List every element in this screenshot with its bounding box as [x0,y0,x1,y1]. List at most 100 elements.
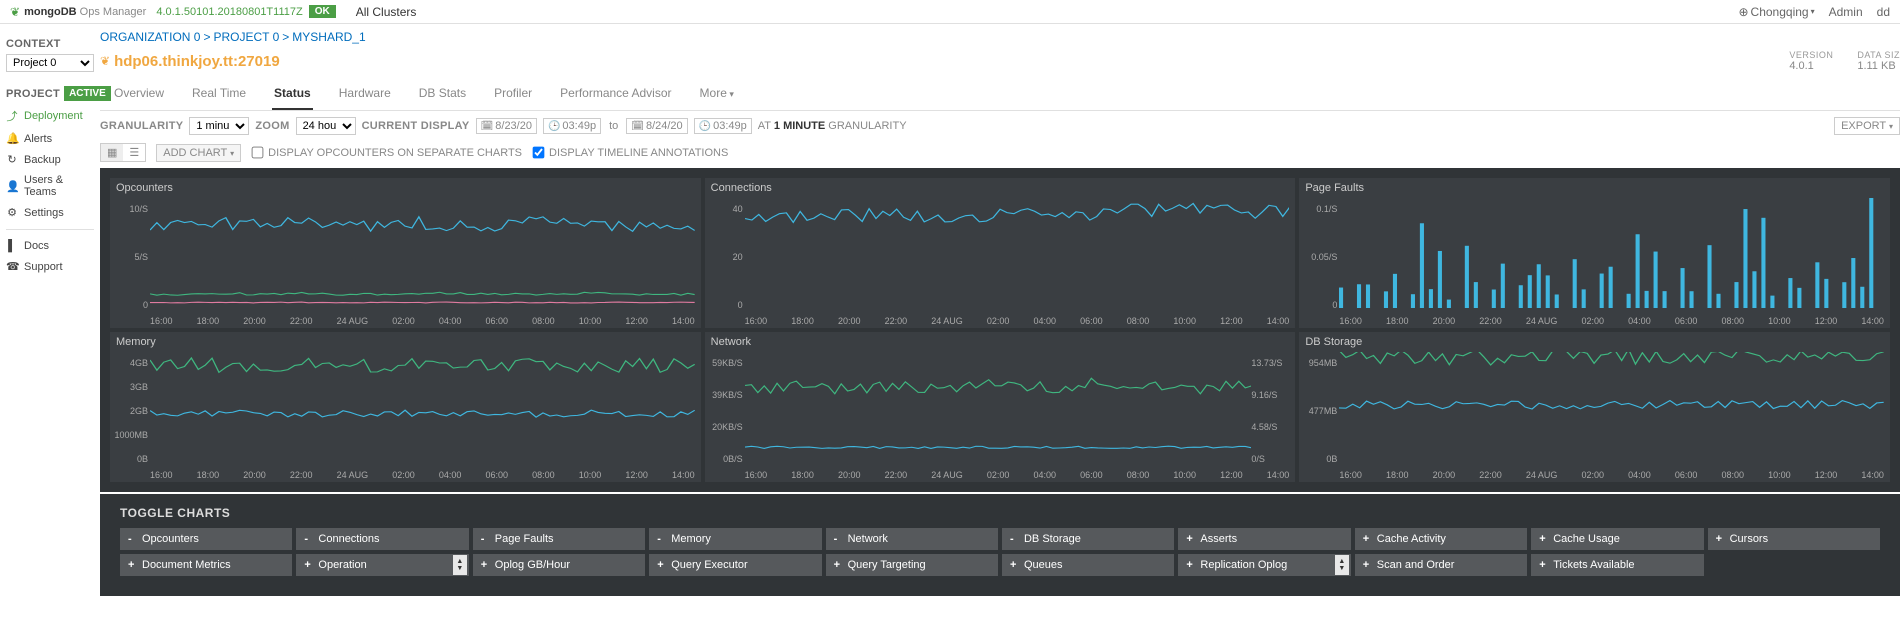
tab-more[interactable]: More [698,80,736,110]
toggle-label: Cache Usage [1553,533,1620,545]
list-view-icon[interactable]: ☰ [123,144,145,161]
toggle-label: Document Metrics [142,559,231,571]
toggle-operation[interactable]: +Operation▲▼ [296,554,468,576]
main: ORGANIZATION 0>PROJECT 0>MYSHARD_1 ❦ hdp… [100,24,1900,596]
toggle-label: Scan and Order [1377,559,1455,571]
sidebar-icon: 👤 [6,180,18,193]
status-ok-badge: OK [309,5,336,18]
sidebar-item-label: Settings [24,207,64,219]
y-axis: 954MB477MB0B [1303,358,1337,464]
sort-arrows-icon[interactable]: ▲▼ [453,555,467,575]
product-name: mongoDB Ops Manager [24,6,146,18]
time-from-input[interactable]: 🕒03:49p [543,118,601,134]
toggle-query-targeting[interactable]: +Query Targeting [826,554,998,576]
calendar-icon: 🗓 [481,121,494,132]
granularity-select[interactable]: 1 minu [189,117,249,135]
toggle-db-storage[interactable]: -DB Storage [1002,528,1174,550]
version-value: 4.0.1 [1789,60,1833,72]
tab-profiler[interactable]: Profiler [492,80,534,110]
toggle-opcounters[interactable]: -Opcounters [120,528,292,550]
sidebar-item-label: Alerts [24,133,52,145]
sidebar-item-label: Support [24,261,63,273]
context-select[interactable]: Project 0 [6,54,94,72]
minus-icon: - [304,533,312,545]
y-axis: 59KB/S39KB/S20KB/S0B/S [709,358,743,464]
bc-proj[interactable]: PROJECT 0 [213,30,279,44]
date-from-input[interactable]: 🗓8/23/20 [476,118,537,134]
location-menu[interactable]: ⊕Chongqing▾ [1738,5,1814,19]
chart-title: DB Storage [1305,336,1884,348]
tab-db-stats[interactable]: DB Stats [417,80,468,110]
toggle-charts-section: TOGGLE CHARTS -Opcounters-Connections-Pa… [100,494,1900,596]
plus-icon: + [1186,533,1194,545]
tab-hardware[interactable]: Hardware [337,80,393,110]
sidebar-icon: ▌ [6,240,18,252]
y-axis: 4GB3GB2GB1000MB0B [114,358,148,464]
toggle-label: Connections [318,533,379,545]
toggle-network[interactable]: -Network [826,528,998,550]
x-axis: 16:0018:0020:0022:0024 AUG02:0004:0006:0… [150,316,695,326]
chevron-down-icon: ▾ [1811,7,1815,16]
minus-icon: - [657,533,665,545]
add-chart-button[interactable]: ADD CHART ▾ [156,144,241,162]
sidebar-item-alerts[interactable]: 🔔Alerts [6,128,94,149]
tab-performance-advisor[interactable]: Performance Advisor [558,80,673,110]
sidebar-item-users-teams[interactable]: 👤Users & Teams [6,170,94,202]
sidebar-item-settings[interactable]: ⚙ Settings [6,202,94,223]
plus-icon: + [128,559,136,571]
bc-shard[interactable]: MYSHARD_1 [292,30,365,44]
y-axis: 0.1/S0.05/S0 [1303,204,1337,310]
toggle-document-metrics[interactable]: + Document Metrics [120,554,292,576]
tab-real-time[interactable]: Real Time [190,80,248,110]
toggle-label: Tickets Available [1553,559,1634,571]
minus-icon: - [1010,533,1018,545]
sidebar-item-docs[interactable]: ▌Docs [6,236,94,256]
chart-memory: Memory 4GB3GB2GB1000MB0B 16:0018:0020:00… [110,332,701,482]
toggle-oplog-gb-hour[interactable]: +Oplog GB/Hour [473,554,645,576]
chart-page-faults: Page Faults 0.1/S0.05/S0 16:0018:0020:00… [1299,178,1890,328]
time-to-input[interactable]: 🕒03:49p [694,118,752,134]
toggle-scan-and-order[interactable]: +Scan and Order [1355,554,1527,576]
zoom-select[interactable]: 24 hou [296,117,356,135]
dd-link[interactable]: dd [1877,5,1890,19]
toggle-page-faults[interactable]: -Page Faults [473,528,645,550]
toggle-query-executor[interactable]: +Query Executor [649,554,821,576]
calendar-icon: 🗓 [631,121,644,132]
toggle-connections[interactable]: -Connections [296,528,468,550]
sidebar-icon: ☎ [6,260,18,273]
opt-separate-opcounters[interactable]: DISPLAY OPCOUNTERS ON SEPARATE CHARTS [251,146,522,159]
sidebar-item-label: Deployment [24,110,83,122]
toggle-memory[interactable]: -Memory [649,528,821,550]
datasize-value: 1.11 KB [1857,60,1900,72]
minus-icon: - [481,533,489,545]
x-axis: 16:0018:0020:0022:0024 AUG02:0004:0006:0… [150,470,695,480]
view-toggle[interactable]: ▦☰ [100,143,146,162]
toggle-asserts[interactable]: +Asserts [1178,528,1350,550]
toggle-cache-activity[interactable]: +Cache Activity [1355,528,1527,550]
chart-body [745,352,1252,466]
toggle-queues[interactable]: +Queues [1002,554,1174,576]
bc-org[interactable]: ORGANIZATION 0 [100,30,200,44]
export-button[interactable]: EXPORT ▾ [1834,117,1900,135]
sidebar-item-deployment[interactable]: ⤴Deployment [6,104,94,128]
sidebar-item-backup[interactable]: ↻Backup [6,149,94,170]
admin-link[interactable]: Admin [1829,5,1863,19]
tab-overview[interactable]: Overview [112,80,166,110]
toggle-cursors[interactable]: +Cursors [1708,528,1880,550]
toggle-replication-oplog[interactable]: +Replication Oplog▲▼ [1178,554,1350,576]
plus-icon: + [1363,533,1371,545]
opt-timeline-annotations[interactable]: DISPLAY TIMELINE ANNOTATIONS [532,146,728,159]
toggle-cache-usage[interactable]: +Cache Usage [1531,528,1703,550]
date-to-input[interactable]: 🗓8/24/20 [626,118,687,134]
toggle-tickets-available[interactable]: +Tickets Available [1531,554,1703,576]
toggle-label: Operation [318,559,366,571]
all-clusters-link[interactable]: All Clusters [356,5,417,19]
sidebar-item-support[interactable]: ☎ Support [6,256,94,277]
toggle-label: Opcounters [142,533,199,545]
sidebar: CONTEXT Project 0 PROJECT ACTIVE ⤴Deploy… [0,24,100,596]
sort-arrows-icon[interactable]: ▲▼ [1335,555,1349,575]
chart-body [150,352,695,466]
tab-status[interactable]: Status [272,80,313,110]
sidebar-icon: ⚙ [6,206,18,219]
grid-view-icon[interactable]: ▦ [101,144,123,161]
